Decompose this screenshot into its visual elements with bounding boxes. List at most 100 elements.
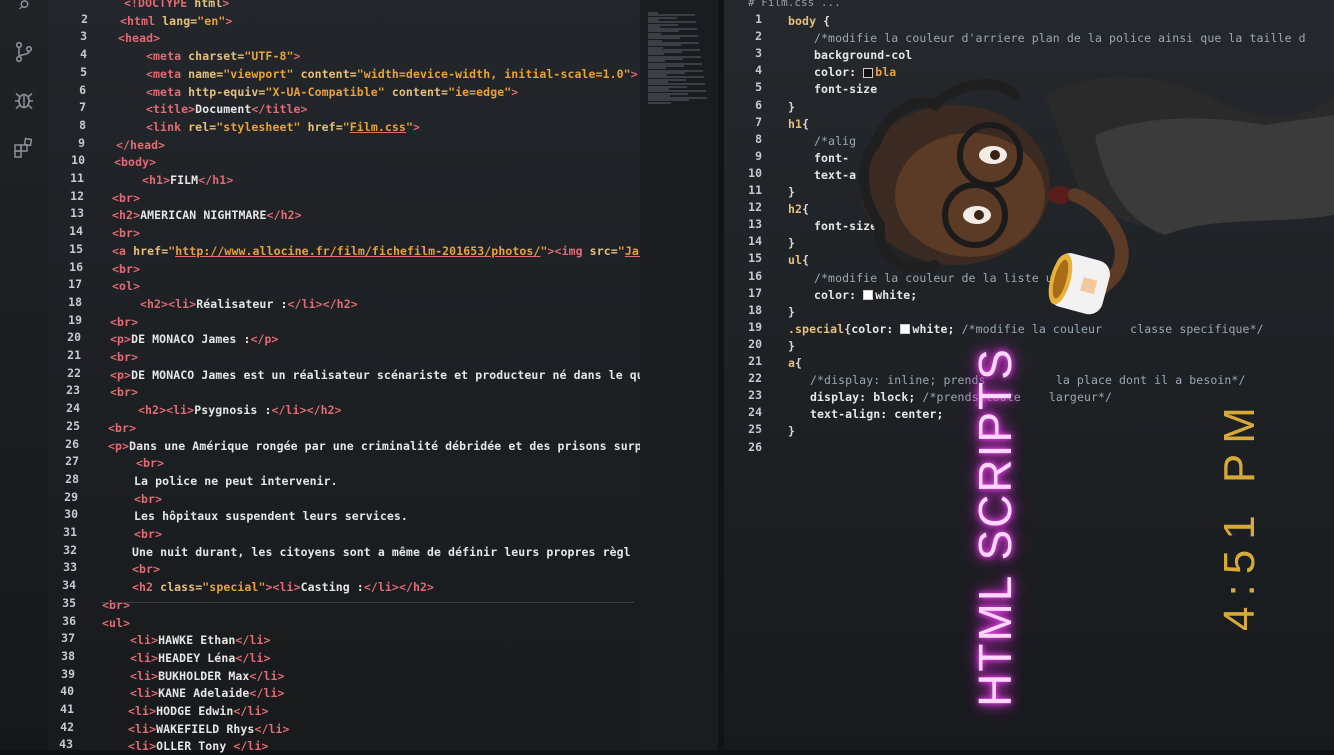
code-line[interactable]: <li>WAKEFIELD Rhys</li>: [128, 720, 290, 738]
line-number: 32: [63, 542, 77, 557]
line-number: 20: [748, 336, 762, 351]
code-line[interactable]: <li>HAWKE Ethan</li>: [130, 631, 271, 649]
code-line[interactable]: }: [788, 98, 795, 116]
css-file-tab[interactable]: # Film.css ...: [748, 0, 841, 9]
code-line[interactable]: <p>DE MONACO James est un réalisateur sc…: [110, 366, 640, 384]
code-line[interactable]: }: [788, 303, 795, 321]
code-line[interactable]: <br>: [132, 560, 160, 578]
code-line[interactable]: }: [788, 183, 795, 201]
line-number: 34: [62, 578, 76, 593]
line-number: 4: [755, 63, 762, 78]
line-number: 26: [65, 436, 79, 451]
line-number: 8: [79, 117, 86, 132]
code-line[interactable]: <li>HEADEY Léna</li>: [130, 649, 271, 667]
line-number: 16: [69, 259, 83, 274]
code-line[interactable]: <li>KANE Adelaide</li>: [130, 684, 285, 702]
code-line[interactable]: <p>Dans une Amérique rongée par une crim…: [108, 437, 640, 455]
code-line[interactable]: body {: [788, 12, 830, 30]
code-line[interactable]: <br>: [112, 189, 140, 207]
line-number: 23: [748, 388, 762, 403]
code-line[interactable]: <li>OLLER Tony </li>: [128, 737, 269, 755]
line-number: 15: [748, 251, 762, 266]
code-line[interactable]: <link rel="stylesheet" href="Film.css">: [146, 118, 420, 136]
code-line[interactable]: <br>: [112, 260, 140, 278]
minimap-line: [648, 101, 671, 104]
line-number: 4: [80, 47, 87, 62]
line-number: 19: [748, 319, 762, 334]
line-number: 25: [66, 418, 80, 433]
line-number: 18: [748, 302, 762, 317]
line-number: 31: [63, 525, 77, 539]
line-number: 28: [65, 471, 79, 486]
code-line[interactable]: h1{: [788, 115, 809, 133]
code-line[interactable]: <title>Document</title>: [146, 100, 308, 118]
code-line[interactable]: <!DOCTYPE html>: [124, 0, 229, 12]
current-line-highlight: [100, 602, 634, 603]
line-number: 36: [62, 613, 76, 628]
code-line[interactable]: <meta name="viewport" content="width=dev…: [146, 65, 638, 83]
code-line[interactable]: }: [788, 337, 795, 355]
code-line[interactable]: font-: [814, 149, 849, 167]
code-line[interactable]: h2{: [788, 200, 809, 218]
code-line[interactable]: <h2><li>Réalisateur :</li></h2>: [140, 295, 358, 313]
code-line[interactable]: Les hôpitaux suspendent leurs services.: [134, 507, 408, 525]
code-line[interactable]: <li>HODGE Edwin</li>: [128, 702, 269, 720]
code-line[interactable]: <br>: [102, 596, 130, 614]
line-number: 27: [65, 454, 79, 469]
code-line[interactable]: <br>: [110, 348, 138, 366]
code-line[interactable]: <ul>: [102, 614, 130, 632]
code-line[interactable]: <meta charset="UTF-8">: [146, 47, 301, 65]
code-line[interactable]: <br>: [110, 383, 138, 401]
story-caption: HTML SCRIPTS: [969, 347, 1021, 707]
line-number: 9: [78, 135, 85, 150]
line-number: 42: [60, 719, 74, 734]
photo-of-monitor: ⌕ # Film.css ... <!DOCTYPE html> 2 <html l…: [0, 0, 1334, 753]
code-line[interactable]: <br>: [108, 419, 136, 437]
line-number: 11: [70, 171, 84, 185]
code-line[interactable]: <meta http-equiv="X-UA-Compatible" conte…: [146, 83, 518, 101]
code-line[interactable]: ul{: [788, 251, 809, 269]
code-line[interactable]: <h2 class="special"><li>Casting :</li></…: [132, 578, 434, 596]
code-line[interactable]: Une nuit durant, les citoyens sont a mêm…: [132, 543, 631, 561]
code-line[interactable]: <br>: [110, 313, 138, 331]
line-number: 7: [79, 100, 86, 115]
code-line[interactable]: <h1>FILM</h1>: [142, 171, 233, 189]
line-number: 24: [66, 401, 80, 416]
code-line[interactable]: <a href="http://www.allocine.fr/film/fic…: [112, 242, 640, 260]
code-line[interactable]: text-align: center;: [810, 405, 943, 423]
code-line[interactable]: <li>BUKHOLDER Max</li>: [130, 667, 285, 685]
code-line[interactable]: <br>: [134, 525, 162, 543]
search-icon[interactable]: ⌕: [10, 0, 38, 20]
extensions-icon[interactable]: [10, 136, 38, 164]
code-line[interactable]: La police ne peut intervenir.: [134, 472, 338, 490]
line-number: 26: [748, 439, 762, 454]
code-line[interactable]: <br>: [112, 224, 140, 242]
code-line[interactable]: <ol>: [112, 277, 140, 295]
code-line[interactable]: /*display: inline; prends la place dont …: [810, 371, 1245, 389]
source-control-icon[interactable]: [10, 40, 38, 68]
minimap[interactable]: [640, 0, 718, 750]
code-line[interactable]: <head>: [118, 29, 160, 47]
line-number: 13: [748, 217, 762, 232]
code-line[interactable]: <p>DE MONACO James :</p>: [110, 330, 279, 348]
code-line[interactable]: a{: [788, 354, 802, 372]
code-line[interactable]: <br>: [136, 454, 164, 472]
code-line[interactable]: <h2>AMERICAN NIGHTMARE</h2>: [112, 206, 302, 224]
line-number: 40: [60, 684, 74, 699]
code-line[interactable]: <html lang="en">: [120, 12, 232, 30]
code-line[interactable]: /*modifie la couleur d'arriere plan de l…: [814, 29, 1306, 47]
code-line[interactable]: <br>: [134, 490, 162, 508]
debug-icon[interactable]: [10, 88, 38, 116]
code-line[interactable]: <body>: [114, 153, 156, 171]
code-line[interactable]: }: [788, 422, 795, 440]
line-number: 21: [748, 354, 762, 368]
line-number: 14: [69, 224, 83, 239]
line-number: 21: [67, 348, 81, 362]
code-line[interactable]: display: block; /*prends toute largeur*/: [810, 388, 1112, 406]
code-line[interactable]: }: [788, 234, 795, 252]
line-number: 38: [61, 648, 75, 663]
line-number: 8: [755, 131, 762, 146]
code-line[interactable]: <h2><li>Psygnosis :</li></h2>: [138, 401, 342, 419]
line-number: 43: [59, 737, 73, 752]
code-line[interactable]: </head>: [116, 136, 165, 154]
